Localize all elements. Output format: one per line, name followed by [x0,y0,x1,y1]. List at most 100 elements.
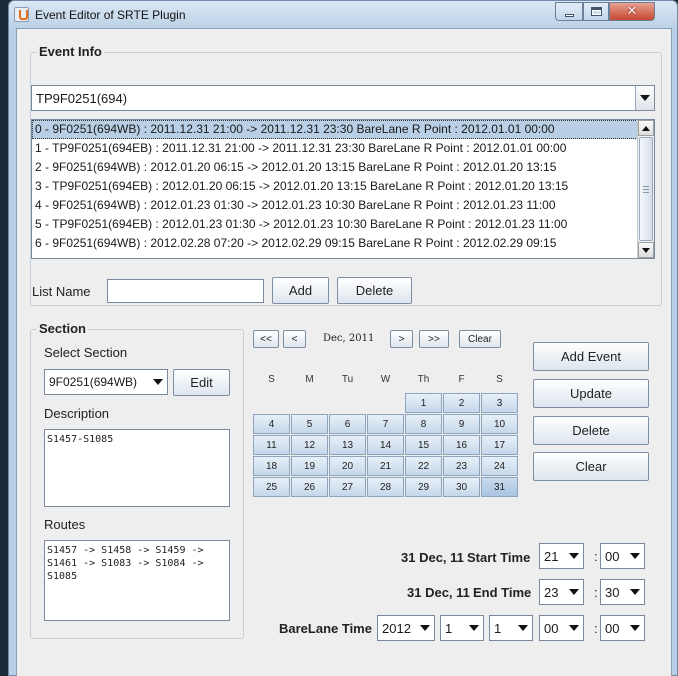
calendar-month-label: Dec, 2011 [323,333,375,344]
event-rows: 0 - 9F0251(694WB) : 2011.12.31 21:00 -> … [32,120,654,253]
calendar-day[interactable]: 20 [329,456,366,476]
section-title: Section [37,321,88,336]
calendar-day[interactable]: 12 [291,435,328,455]
description-textarea[interactable]: S1457-S1085 [44,429,230,507]
chevron-down-icon[interactable] [635,86,654,110]
description-label: Description [44,406,110,421]
calendar-day[interactable]: 28 [367,477,404,497]
delete-list-button[interactable]: Delete [337,277,412,304]
calendar-day[interactable]: 13 [329,435,366,455]
event-list-item[interactable]: 0 - 9F0251(694WB) : 2011.12.31 21:00 -> … [32,120,654,139]
minimize-button[interactable] [555,2,583,21]
section-select-value: 9F0251(694WB) [49,375,138,389]
next-year-button[interactable]: >> [419,330,449,348]
scroll-down-button[interactable] [638,242,654,258]
calendar-day[interactable]: 22 [405,456,442,476]
prev-month-button[interactable]: < [283,330,306,348]
calendar-day[interactable]: 19 [291,456,328,476]
calendar-day[interactable]: 2 [443,393,480,413]
end-hour-select[interactable]: 23 [539,579,584,605]
calendar-day[interactable]: 21 [367,456,404,476]
barelane-year-value: 2012 [382,620,411,636]
calendar-day[interactable]: 31 [481,477,518,497]
start-hour-select[interactable]: 21 [539,543,584,569]
barelane-minute-select[interactable]: 00 [600,615,645,641]
calendar-day[interactable]: 17 [481,435,518,455]
calendar-day[interactable]: 6 [329,414,366,434]
calendar-day[interactable]: 15 [405,435,442,455]
event-list-item[interactable]: 1 - TP9F0251(694EB) : 2011.12.31 21:00 -… [32,139,654,158]
chevron-down-icon[interactable] [564,580,583,604]
barelane-hour-value: 00 [544,620,559,636]
edit-section-button[interactable]: Edit [173,369,230,396]
chevron-down-icon[interactable] [415,616,434,640]
event-list-item[interactable]: 6 - 9F0251(694WB) : 2012.02.28 07:20 -> … [32,234,654,253]
start-minute-value: 00 [605,548,620,564]
scroll-up-button[interactable] [638,120,654,136]
end-minute-select[interactable]: 30 [600,579,645,605]
barelane-time-label: BareLane Time [279,621,372,636]
calendar-day[interactable]: 16 [443,435,480,455]
calendar-day[interactable]: 7 [367,414,404,434]
calendar-day[interactable]: 3 [481,393,518,413]
calendar-day[interactable]: 5 [291,414,328,434]
chevron-down-icon[interactable] [625,616,644,640]
barelane-colon: : [594,621,598,636]
add-list-button[interactable]: Add [272,277,329,304]
calendar-day[interactable]: 25 [253,477,290,497]
calendar-day[interactable]: 4 [253,414,290,434]
barelane-hour-select[interactable]: 00 [539,615,584,641]
calendar-day[interactable]: 24 [481,456,518,476]
barelane-day-select[interactable]: 1 [489,615,533,641]
list-name-input[interactable] [107,279,264,303]
train-select[interactable]: TP9F0251(694) [31,85,655,111]
close-button[interactable]: ✕ [609,2,655,21]
calendar-day[interactable]: 30 [443,477,480,497]
calendar-day[interactable]: 14 [367,435,404,455]
calendar-day[interactable]: 27 [329,477,366,497]
calendar-clear-button[interactable]: Clear [459,330,501,348]
chevron-down-icon[interactable] [513,616,532,640]
calendar-day[interactable]: 29 [405,477,442,497]
event-list-item[interactable]: 2 - 9F0251(694WB) : 2012.01.20 06:15 -> … [32,158,654,177]
calendar-day[interactable]: 23 [443,456,480,476]
chevron-down-icon[interactable] [625,544,644,568]
calendar-day[interactable]: 26 [291,477,328,497]
section-select[interactable]: 9F0251(694WB) [44,369,168,395]
event-list-item[interactable]: 3 - TP9F0251(694EB) : 2012.01.20 06:15 -… [32,177,654,196]
window-title: Event Editor of SRTE Plugin [35,8,186,22]
barelane-month-select[interactable]: 1 [440,615,484,641]
maximize-button[interactable] [583,2,609,21]
calendar-day[interactable]: 10 [481,414,518,434]
title-bar[interactable]: Event Editor of SRTE Plugin ✕ [9,1,677,28]
scroll-down-icon [642,247,650,253]
chevron-down-icon[interactable] [464,616,483,640]
calendar-day[interactable]: 8 [405,414,442,434]
prev-year-button[interactable]: << [253,330,279,348]
add-event-button[interactable]: Add Event [533,342,649,371]
event-list[interactable]: 0 - 9F0251(694WB) : 2011.12.31 21:00 -> … [31,119,655,259]
delete-event-button[interactable]: Delete [533,416,649,445]
start-minute-select[interactable]: 00 [600,543,645,569]
chevron-down-icon[interactable] [564,616,583,640]
update-button[interactable]: Update [533,379,649,408]
event-list-item[interactable]: 5 - TP9F0251(694EB) : 2012.01.23 01:30 -… [32,215,654,234]
train-select-value: TP9F0251(694) [36,90,128,106]
start-date-label: 31 Dec, 11 [401,550,464,565]
chevron-down-icon[interactable] [564,544,583,568]
calendar-day[interactable]: 9 [443,414,480,434]
weekday-header: W [380,374,391,385]
clear-button[interactable]: Clear [533,452,649,481]
barelane-year-select[interactable]: 2012 [377,615,435,641]
event-list-scrollbar[interactable] [637,120,654,258]
routes-textarea[interactable]: S1457 -> S1458 -> S1459 -> S1461 -> S108… [44,540,230,621]
calendar-day[interactable]: 18 [253,456,290,476]
scroll-thumb[interactable] [639,137,653,241]
chevron-down-icon[interactable] [148,370,167,394]
event-list-item[interactable]: 4 - 9F0251(694WB) : 2012.01.23 01:30 -> … [32,196,654,215]
barelane-minute-value: 00 [605,620,620,636]
calendar-day[interactable]: 11 [253,435,290,455]
chevron-down-icon[interactable] [625,580,644,604]
calendar-day[interactable]: 1 [405,393,442,413]
next-month-button[interactable]: > [390,330,413,348]
